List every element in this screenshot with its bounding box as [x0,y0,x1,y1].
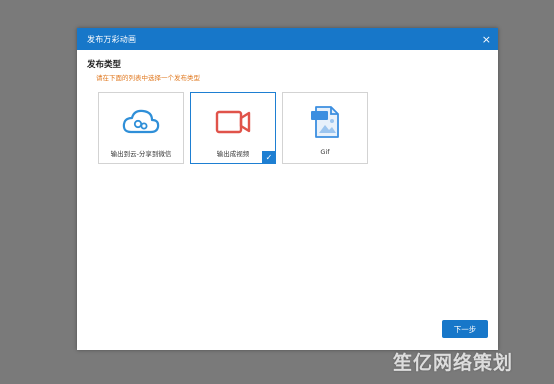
watermark: 笙亿网络策划 [393,352,514,374]
gif-file-icon [308,105,342,139]
video-camera-icon [213,105,253,139]
cloud-share-icon [121,105,161,139]
dialog-titlebar: 发布万彩动画 × [77,28,498,50]
option-gif[interactable]: Gif [282,92,368,164]
option-label: Gif [320,148,330,156]
dialog-title: 发布万彩动画 [87,34,137,44]
option-video[interactable]: 输出成视频 ✓ [190,92,276,164]
section-heading: 发布类型 [87,60,122,70]
next-button[interactable]: 下一步 [442,320,488,338]
option-label: 输出到云-分享到微信 [110,150,172,158]
close-icon[interactable]: × [482,34,491,45]
publish-type-options: 输出到云-分享到微信 输出成视频 ✓ Gif [98,92,368,164]
option-label: 输出成视频 [216,150,250,158]
selected-check-icon: ✓ [262,151,276,164]
section-hint: 请在下面的列表中选择一个发布类型 [96,74,200,82]
option-cloud-share[interactable]: 输出到云-分享到微信 [98,92,184,164]
publish-dialog: 发布万彩动画 × 发布类型 请在下面的列表中选择一个发布类型 输出到云-分享到微… [77,28,498,350]
